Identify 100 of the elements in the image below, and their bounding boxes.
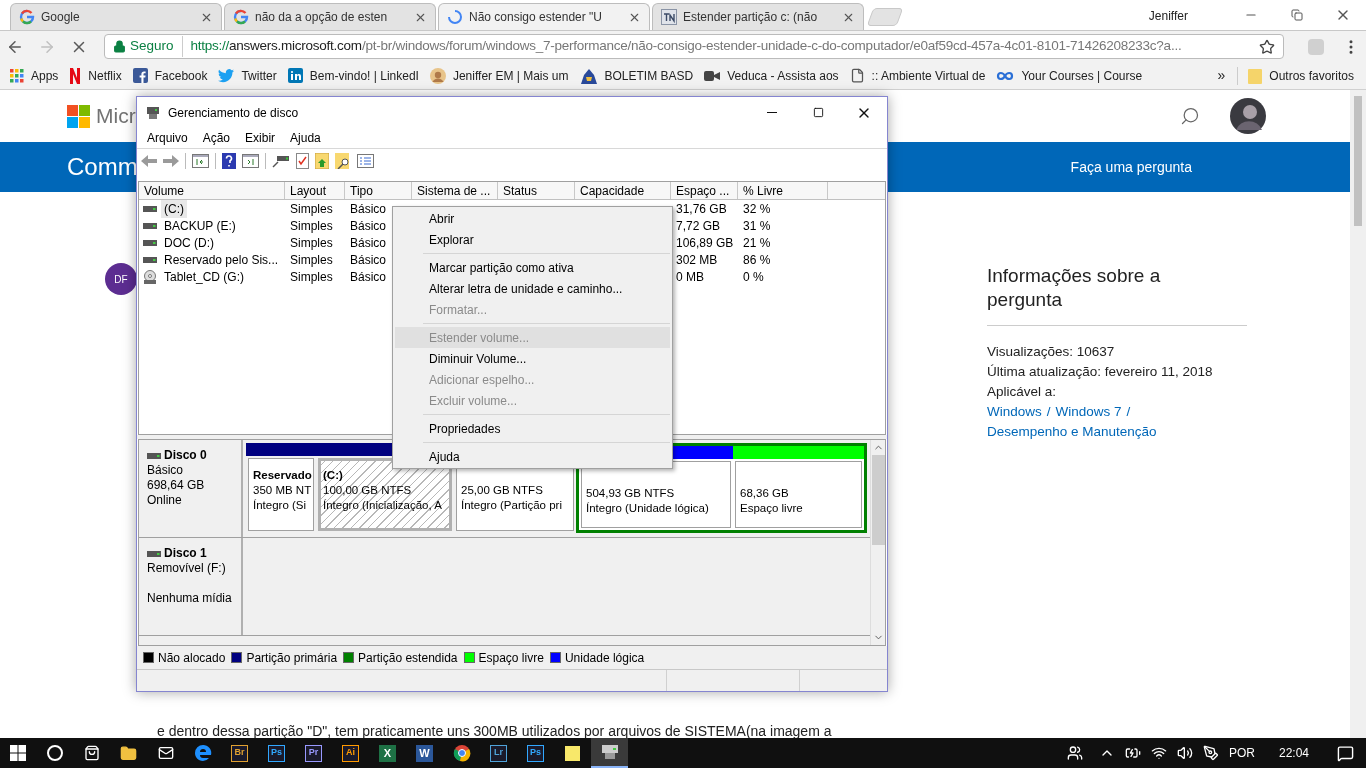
table-cell-text: Simples bbox=[289, 268, 334, 286]
context-menu-item[interactable]: Marcar partição como ativa bbox=[395, 257, 670, 278]
partition-name: (C:) bbox=[323, 468, 343, 483]
drive-connect-icon[interactable] bbox=[272, 154, 290, 168]
legend-label: Partição estendida bbox=[358, 649, 458, 667]
scrollbar-thumb[interactable] bbox=[1354, 96, 1362, 226]
bookmark[interactable]: Twitter bbox=[218, 66, 277, 85]
address-bar[interactable]: Seguro https://answers.microsoft.com/pt-br/windows/forum/windows_7-performance/não-consigo-estender-unidade-c-do-computador/e0af59cd-457a-4c01-8101-71426208233c?a... bbox=[104, 34, 1284, 59]
partition-block[interactable]: 68,36 GB Espaço livre bbox=[735, 461, 862, 528]
context-menu-item[interactable]: Propriedades bbox=[395, 418, 670, 439]
bookmark[interactable]: Bem-vindo! | LinkedI bbox=[287, 66, 419, 85]
site-icon bbox=[661, 9, 677, 25]
browser-tab[interactable]: não da a opção de esten bbox=[224, 3, 436, 30]
pen-icon[interactable] bbox=[1202, 745, 1219, 761]
cd-drive-icon bbox=[143, 269, 157, 284]
profile-name[interactable]: Jeniffer bbox=[1148, 7, 1188, 25]
drive-name[interactable]: DOC (D:) bbox=[161, 233, 217, 252]
bookmark-folder[interactable]: Outros favoritos bbox=[1248, 66, 1354, 85]
bookmark-star-icon[interactable] bbox=[1259, 38, 1275, 55]
disk-name: Disco 0 bbox=[164, 448, 207, 463]
category-link[interactable]: Desempenho e Manutenção bbox=[987, 422, 1157, 442]
category-link[interactable]: Windows bbox=[987, 402, 1042, 422]
app-button[interactable]: Pr bbox=[295, 738, 332, 768]
app-button[interactable]: Br bbox=[221, 738, 258, 768]
folder-search-icon[interactable] bbox=[335, 153, 351, 169]
bookmark[interactable]: Jeniffer EM | Mais um bbox=[429, 66, 569, 85]
notifications-icon[interactable] bbox=[1337, 744, 1354, 762]
battery-icon[interactable] bbox=[1124, 745, 1141, 761]
bookmark[interactable]: Your Courses | Course bbox=[996, 66, 1143, 85]
people-icon[interactable] bbox=[1066, 745, 1083, 761]
bookmark[interactable]: Veduca - Assista aos bbox=[704, 66, 839, 85]
bookmark[interactable]: BOLETIM BASD bbox=[579, 66, 694, 85]
browser-tab[interactable]: Google bbox=[10, 3, 222, 30]
table-cell-text: 86 % bbox=[742, 251, 772, 269]
app-button[interactable]: Ai bbox=[332, 738, 369, 768]
drive-name[interactable]: BACKUP (E:) bbox=[161, 216, 239, 235]
brand-name: Micr bbox=[96, 103, 136, 130]
table-cell-text: 0 % bbox=[742, 268, 765, 286]
search-icon[interactable] bbox=[1180, 106, 1200, 126]
partition-status: Íntegro (Unidade lógica) bbox=[586, 501, 709, 516]
forward-arrow-icon[interactable] bbox=[163, 154, 179, 168]
video-camera-icon bbox=[704, 69, 721, 82]
chrome-icon bbox=[452, 744, 471, 762]
bookmark[interactable]: Apps bbox=[10, 66, 59, 85]
apps-grid-icon bbox=[10, 68, 24, 83]
language-indicator[interactable]: POR bbox=[1228, 744, 1255, 762]
category-link[interactable]: Windows 7 bbox=[1055, 402, 1122, 422]
app-icon: X bbox=[379, 744, 396, 762]
console-tree-icon[interactable] bbox=[192, 154, 209, 168]
bookmark[interactable]: Facebook bbox=[132, 66, 208, 85]
vertical-scrollbar[interactable] bbox=[870, 440, 885, 645]
partition-block[interactable]: 504,93 GB NTFS Íntegro (Unidade lógica) bbox=[581, 461, 731, 528]
app-icon: W bbox=[416, 744, 433, 762]
app-icon: Br bbox=[231, 744, 248, 762]
checklist-icon[interactable] bbox=[296, 153, 309, 169]
context-menu-item[interactable]: Abrir bbox=[395, 208, 670, 229]
context-menu-item[interactable]: Explorar bbox=[395, 229, 670, 250]
partition-status: Íntegro (Inicialização, A bbox=[323, 498, 442, 513]
back-arrow-icon[interactable] bbox=[141, 154, 157, 168]
app-button[interactable]: Lr bbox=[480, 738, 517, 768]
drive-name[interactable]: Tablet_CD (G:) bbox=[161, 267, 248, 286]
clock[interactable]: 22:04 bbox=[1278, 744, 1309, 762]
browser-tab[interactable]: Não consigo estender "U bbox=[438, 3, 650, 30]
disk-management-button[interactable] bbox=[591, 738, 628, 768]
app-icon: Ai bbox=[342, 744, 359, 762]
menu-item[interactable]: Ajuda bbox=[290, 129, 321, 147]
disk-type: Removível (F:) bbox=[147, 561, 227, 576]
ask-question-link[interactable]: Faça uma pergunta bbox=[1070, 156, 1192, 178]
app-button[interactable]: X bbox=[369, 738, 406, 768]
menu-item[interactable]: Arquivo bbox=[147, 129, 188, 147]
user-avatar[interactable] bbox=[1230, 98, 1266, 134]
properties-list-icon[interactable] bbox=[357, 154, 374, 168]
bookmark[interactable]: Netflix bbox=[69, 66, 122, 85]
sticky-note-icon bbox=[565, 745, 580, 761]
bookmark[interactable]: :: Ambiente Virtual de bbox=[849, 66, 986, 85]
table-cell-text: Básico bbox=[349, 200, 388, 218]
table-cell-text: Básico bbox=[349, 251, 388, 269]
menu-item[interactable]: Ação bbox=[202, 129, 231, 147]
windows-logo bbox=[67, 104, 90, 128]
help-icon[interactable] bbox=[222, 153, 236, 169]
browser-tab[interactable]: Estender partição c: (não bbox=[652, 3, 864, 30]
legend-label: Partição primária bbox=[246, 649, 338, 667]
app-button[interactable]: W bbox=[406, 738, 443, 768]
wifi-icon[interactable] bbox=[1150, 745, 1167, 761]
app-button[interactable]: Ps bbox=[258, 738, 295, 768]
context-menu-item[interactable]: Alterar letra de unidade e caminho... bbox=[395, 278, 670, 299]
drive-name[interactable]: Reservado pelo Sis... bbox=[161, 250, 282, 269]
folder-up-icon[interactable] bbox=[315, 153, 329, 169]
partition-size: 504,93 GB NTFS bbox=[586, 486, 675, 501]
action-pane-icon[interactable] bbox=[242, 154, 259, 168]
volume-icon[interactable] bbox=[1176, 745, 1193, 761]
partition-block[interactable]: Reservado 350 MB NT Íntegro (Si bbox=[248, 458, 314, 531]
context-menu-item[interactable]: Diminuir Volume... bbox=[395, 348, 670, 369]
app-button[interactable]: Ps bbox=[517, 738, 554, 768]
page-scrollbar[interactable] bbox=[1350, 90, 1366, 738]
scrollbar-thumb[interactable] bbox=[871, 455, 885, 545]
link-separator: / bbox=[1046, 403, 1051, 421]
more-bookmarks-button[interactable]: » bbox=[1217, 65, 1226, 86]
menu-item[interactable]: Exibir bbox=[245, 129, 276, 147]
partition-status: Íntegro (Partição pri bbox=[461, 498, 562, 513]
